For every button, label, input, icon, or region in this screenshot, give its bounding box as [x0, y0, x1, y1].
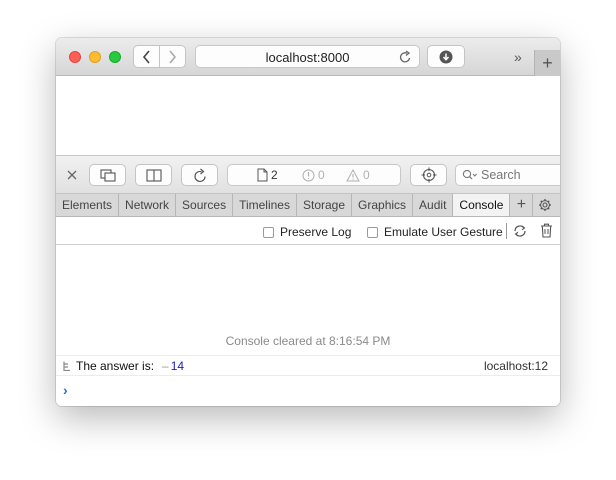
console-output: Console cleared at 8:16:54 PM The answer…	[56, 246, 560, 406]
console-prompt[interactable]: ›	[63, 382, 68, 398]
browser-toolbar: localhost:8000 » +	[56, 38, 560, 76]
tab-audit[interactable]: Audit	[413, 194, 454, 216]
close-inspector-icon[interactable]	[67, 170, 77, 180]
double-chevron-icon[interactable]: »	[514, 49, 522, 65]
reload-page-button[interactable]	[181, 164, 218, 186]
url-text: localhost:8000	[265, 50, 350, 65]
split-panel-icon	[145, 168, 162, 182]
warnings-count[interactable]: 0	[346, 168, 370, 182]
console-filter-bar: Preserve Log Emulate User Gesture	[56, 217, 560, 245]
tab-console[interactable]: Console	[453, 194, 511, 216]
settings-button[interactable]	[533, 194, 556, 216]
errors-count[interactable]: 0	[302, 168, 325, 182]
checkbox-box[interactable]	[367, 226, 378, 238]
windows-icon	[99, 168, 116, 182]
message-text: The answer is:	[76, 359, 155, 373]
search-icon	[462, 169, 477, 180]
reload-icon[interactable]	[399, 50, 412, 64]
gear-icon	[538, 199, 551, 211]
download-icon	[439, 50, 453, 63]
close-window-button[interactable]	[69, 51, 81, 63]
search-placeholder: Search	[481, 168, 521, 182]
checkbox-box[interactable]	[263, 226, 274, 238]
minimize-window-button[interactable]	[89, 51, 101, 63]
chevron-left-icon	[142, 49, 150, 64]
error-icon	[302, 169, 315, 181]
new-tab-button[interactable]: +	[534, 50, 560, 76]
console-message-text: The answer is: –14	[76, 359, 184, 373]
chevron-right-icon	[169, 49, 177, 64]
back-button[interactable]	[134, 46, 159, 67]
inspect-element-button[interactable]	[410, 164, 447, 186]
warning-icon	[346, 168, 360, 181]
document-icon	[257, 168, 268, 182]
divider	[506, 223, 507, 239]
emulate-user-gesture-checkbox[interactable]: Emulate User Gesture	[367, 225, 503, 239]
address-bar[interactable]: localhost:8000	[195, 45, 420, 68]
browser-window: localhost:8000 » + 2 0 0 Search Elements…	[56, 38, 560, 406]
page-content	[56, 76, 560, 156]
console-cleared-message: Console cleared at 8:16:54 PM	[225, 334, 391, 348]
preserve-log-checkbox[interactable]: Preserve Log	[263, 225, 351, 239]
crosshair-icon	[421, 167, 436, 183]
detach-window-button[interactable]	[89, 164, 126, 186]
trash-icon[interactable]	[540, 223, 553, 238]
tab-elements[interactable]: Elements	[56, 194, 120, 216]
message-source-link[interactable]: localhost:12	[484, 359, 548, 373]
plus-icon: +	[516, 196, 527, 213]
log-icon	[63, 361, 70, 371]
add-tab-button[interactable]: +	[510, 194, 534, 216]
inspector-tab-bar: Elements Network Sources Timelines Stora…	[56, 194, 560, 217]
inspector-toolbar: 2 0 0 Search	[56, 156, 560, 194]
tab-graphics[interactable]: Graphics	[352, 194, 414, 216]
resources-count[interactable]: 2	[257, 168, 278, 182]
refresh-icon[interactable]	[512, 223, 528, 239]
navigation-buttons	[133, 45, 186, 68]
preserve-log-label: Preserve Log	[280, 225, 352, 239]
dock-side-button[interactable]	[135, 164, 172, 186]
tab-timelines[interactable]: Timelines	[233, 194, 297, 216]
tab-storage[interactable]: Storage	[297, 194, 353, 216]
console-message[interactable]: The answer is: –14 localhost:12	[56, 355, 560, 376]
plus-icon: +	[542, 52, 553, 73]
tab-network[interactable]: Network	[119, 194, 177, 216]
zoom-window-button[interactable]	[109, 51, 121, 63]
dashboard-counts[interactable]: 2 0 0	[227, 164, 401, 186]
tab-sources[interactable]: Sources	[176, 194, 234, 216]
downloads-button[interactable]	[427, 45, 465, 68]
forward-button[interactable]	[159, 46, 185, 67]
search-field[interactable]: Search	[455, 164, 560, 186]
reload-icon	[193, 168, 206, 182]
message-value: 14	[170, 359, 185, 373]
message-arrow: –	[162, 359, 169, 373]
emulate-user-gesture-label: Emulate User Gesture	[384, 225, 503, 239]
